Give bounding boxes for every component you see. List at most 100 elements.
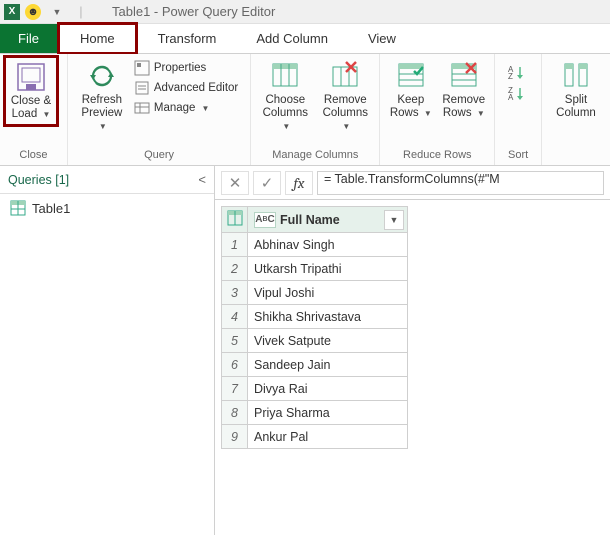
row-number[interactable]: 9 <box>222 425 248 449</box>
collapse-pane-button[interactable]: < <box>198 172 206 187</box>
split-column-icon <box>560 60 592 92</box>
table-row[interactable]: 2Utkarsh Tripathi <box>222 257 408 281</box>
close-and-load-button[interactable]: Close & Load ▼ <box>3 55 59 127</box>
split-column-label: Split Column <box>556 94 596 119</box>
group-reduce-rows-label: Reduce Rows <box>386 147 488 163</box>
advanced-editor-icon <box>134 80 150 96</box>
svg-text:Z: Z <box>508 72 513 80</box>
refresh-icon <box>86 60 118 92</box>
dropdown-caret-icon: ▼ <box>477 109 485 118</box>
keep-rows-icon <box>395 60 427 92</box>
properties-icon <box>134 60 150 76</box>
manage-icon <box>134 100 150 116</box>
table-row[interactable]: 6Sandeep Jain <box>222 353 408 377</box>
dropdown-caret-icon: ▼ <box>42 110 50 119</box>
query-item-table1[interactable]: Table1 <box>0 194 214 222</box>
fx-button[interactable]: fx <box>285 171 313 195</box>
cell-fullname[interactable]: Priya Sharma <box>248 401 408 425</box>
tab-file[interactable]: File <box>0 24 57 53</box>
column-type-text-icon[interactable]: ABC <box>254 212 276 228</box>
row-number[interactable]: 8 <box>222 401 248 425</box>
cell-fullname[interactable]: Shikha Shrivastava <box>248 305 408 329</box>
row-number[interactable]: 1 <box>222 233 248 257</box>
cancel-formula-button[interactable]: ✕ <box>221 171 249 195</box>
excel-icon: X <box>4 4 20 20</box>
properties-label: Properties <box>154 62 206 74</box>
group-split <box>548 147 604 163</box>
qat-smiley-button[interactable]: ☻ <box>22 1 44 23</box>
body: Queries [1] < Table1 ✕ ✓ fx = Table.Tran… <box>0 166 610 535</box>
svg-text:A: A <box>508 93 514 101</box>
query-name: Table1 <box>32 201 70 216</box>
table-row[interactable]: 8Priya Sharma <box>222 401 408 425</box>
keep-rows-button[interactable]: Keep Rows ▼ <box>386 58 435 122</box>
queries-header: Queries [1] <box>8 173 69 187</box>
chevron-down-icon: ▼ <box>390 215 399 225</box>
manage-button[interactable]: Manage ▼ <box>134 100 238 116</box>
dropdown-caret-icon: ▼ <box>201 104 209 113</box>
window-title: Table1 - Power Query Editor <box>112 4 275 19</box>
column-filter-button[interactable]: ▼ <box>384 210 404 230</box>
accept-formula-button[interactable]: ✓ <box>253 171 281 195</box>
row-number[interactable]: 5 <box>222 329 248 353</box>
close-load-icon <box>15 61 47 93</box>
qat-separator: | <box>70 1 92 23</box>
queries-pane: Queries [1] < Table1 <box>0 166 215 535</box>
choose-columns-button[interactable]: Choose Columns ▼ <box>257 58 313 136</box>
table-row[interactable]: 5Vivek Satpute <box>222 329 408 353</box>
choose-columns-icon <box>269 60 301 92</box>
row-number[interactable]: 7 <box>222 377 248 401</box>
tab-transform[interactable]: Transform <box>138 24 237 53</box>
table-row[interactable]: 7Divya Rai <box>222 377 408 401</box>
cell-fullname[interactable]: Vipul Joshi <box>248 281 408 305</box>
group-sort-label: Sort <box>501 147 535 163</box>
row-number[interactable]: 4 <box>222 305 248 329</box>
tab-add-column[interactable]: Add Column <box>236 24 348 53</box>
sort-desc-button[interactable]: ZA <box>508 85 528 104</box>
remove-rows-button[interactable]: Remove Rows ▼ <box>439 58 488 122</box>
dropdown-caret-icon: ▼ <box>99 122 107 131</box>
tab-view[interactable]: View <box>348 24 416 53</box>
formula-input[interactable]: = Table.TransformColumns(#"M <box>317 171 604 195</box>
table-row[interactable]: 1Abhinav Singh <box>222 233 408 257</box>
remove-columns-button[interactable]: Remove Columns ▼ <box>317 58 373 136</box>
sort-asc-button[interactable]: AZ <box>508 64 528 83</box>
properties-button[interactable]: Properties <box>134 60 238 76</box>
dropdown-caret-icon: ▼ <box>342 122 350 131</box>
split-column-button[interactable]: Split Column <box>548 58 604 122</box>
table-icon <box>10 200 26 216</box>
cell-fullname[interactable]: Abhinav Singh <box>248 233 408 257</box>
column-header-fullname[interactable]: ABC Full Name ▼ <box>248 207 408 233</box>
tab-home[interactable]: Home <box>57 22 138 55</box>
sort-asc-icon: AZ <box>508 64 528 80</box>
qat-dropdown[interactable]: ▼ <box>46 1 68 23</box>
remove-columns-icon <box>329 60 361 92</box>
refresh-preview-button[interactable]: Refresh Preview ▼ <box>74 58 130 136</box>
title-bar: X ☻ ▼ | Table1 - Power Query Editor <box>0 0 610 24</box>
advanced-editor-label: Advanced Editor <box>154 82 238 94</box>
table-row[interactable]: 3Vipul Joshi <box>222 281 408 305</box>
cell-fullname[interactable]: Sandeep Jain <box>248 353 408 377</box>
keep-rows-label: Keep Rows <box>390 94 424 119</box>
formula-bar: ✕ ✓ fx = Table.TransformColumns(#"M <box>215 166 610 200</box>
remove-rows-icon <box>448 60 480 92</box>
cell-fullname[interactable]: Utkarsh Tripathi <box>248 257 408 281</box>
row-number[interactable]: 6 <box>222 353 248 377</box>
group-query-label: Query <box>74 147 244 163</box>
table-row[interactable]: 9Ankur Pal <box>222 425 408 449</box>
select-all-corner[interactable] <box>222 207 248 233</box>
advanced-editor-button[interactable]: Advanced Editor <box>134 80 238 96</box>
cell-fullname[interactable]: Ankur Pal <box>248 425 408 449</box>
manage-label: Manage <box>154 102 196 114</box>
remove-columns-label: Remove Columns <box>323 94 368 119</box>
group-manage-columns-label: Manage Columns <box>257 147 373 163</box>
row-number[interactable]: 3 <box>222 281 248 305</box>
ribbon-tabs: File Home Transform Add Column View <box>0 24 610 54</box>
choose-columns-label: Choose Columns <box>263 94 308 119</box>
table-row[interactable]: 4Shikha Shrivastava <box>222 305 408 329</box>
column-name: Full Name <box>280 213 340 227</box>
table-icon <box>227 210 243 226</box>
row-number[interactable]: 2 <box>222 257 248 281</box>
cell-fullname[interactable]: Vivek Satpute <box>248 329 408 353</box>
cell-fullname[interactable]: Divya Rai <box>248 377 408 401</box>
